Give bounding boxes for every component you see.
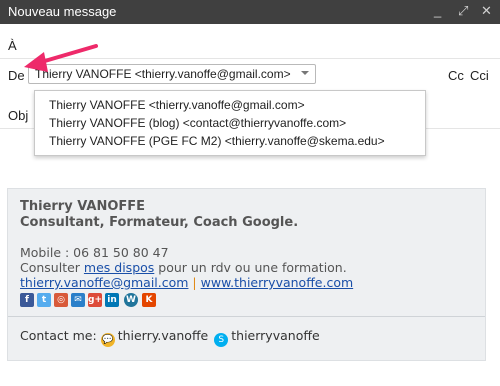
expand-icon[interactable]: ⤢ (458, 3, 468, 19)
from-option-gmail[interactable]: Thierry VANOFFE <thierry.vanoffe@gmail.c… (49, 98, 305, 112)
consult-suffix: pour un rdv ou une formation. (154, 260, 347, 275)
email-link[interactable]: thierry.vanoffe@gmail.com (20, 275, 188, 290)
from-option-blog[interactable]: Thierry VANOFFE (blog) <contact@thierryv… (49, 116, 346, 130)
wordpress-icon[interactable]: W (124, 293, 138, 307)
minimize-icon[interactable]: _ (434, 3, 441, 18)
from-dropdown-menu: Thierry VANOFFE <thierry.vanoffe@gmail.c… (34, 90, 426, 156)
website-link[interactable]: www.thierryvanoffe.com (201, 275, 354, 290)
cc-link[interactable]: Cc (448, 68, 464, 83)
twitter-icon[interactable]: t (37, 293, 51, 307)
contact-label: Contact me: (20, 328, 97, 343)
email-icon[interactable]: ✉ (71, 293, 85, 307)
bcc-link[interactable]: Cci (470, 68, 489, 83)
annotation-arrow-icon (24, 44, 98, 72)
email-signature: Thierry VANOFFE Consultant, Formateur, C… (7, 188, 486, 361)
skype-id[interactable]: thierryvanoffe (231, 328, 319, 343)
from-option-skema[interactable]: Thierry VANOFFE (PGE FC M2) <thierry.van… (49, 134, 385, 148)
skype-icon: S (214, 333, 229, 347)
contact-me-row: Contact me: 💬 thierry.vanoffe Sthierryvanof… (20, 328, 320, 347)
signature-role: Consultant, Formateur, Coach Google. (20, 215, 299, 230)
klout-icon[interactable]: K (142, 293, 156, 307)
link-separator: | (188, 275, 201, 290)
subject-field-label[interactable]: Obj (8, 108, 28, 123)
signature-mobile: Mobile : 06 81 50 80 47 (20, 245, 169, 260)
facebook-icon[interactable]: f (20, 293, 34, 307)
signature-divider (8, 316, 485, 317)
signature-consult-line: Consulter mes dispos pour un rdv ou une … (20, 260, 347, 275)
linkedin-icon[interactable]: in (105, 293, 119, 307)
hangouts-icon: 💬 (100, 333, 115, 347)
consult-prefix: Consulter (20, 260, 84, 275)
arrow-shaft (36, 44, 98, 65)
close-icon[interactable]: ✕ (481, 3, 492, 19)
instagram-icon[interactable]: ◎ (54, 293, 68, 307)
chevron-down-icon (301, 71, 309, 75)
signature-name: Thierry VANOFFE (20, 199, 146, 214)
availability-link[interactable]: mes dispos (84, 260, 154, 275)
google-plus-icon[interactable]: g+ (88, 293, 102, 307)
hangouts-id[interactable]: thierry.vanoffe (118, 328, 209, 343)
signature-contact-links: thierry.vanoffe@gmail.com | www.thierryv… (20, 275, 353, 290)
arrow-head (24, 52, 48, 72)
